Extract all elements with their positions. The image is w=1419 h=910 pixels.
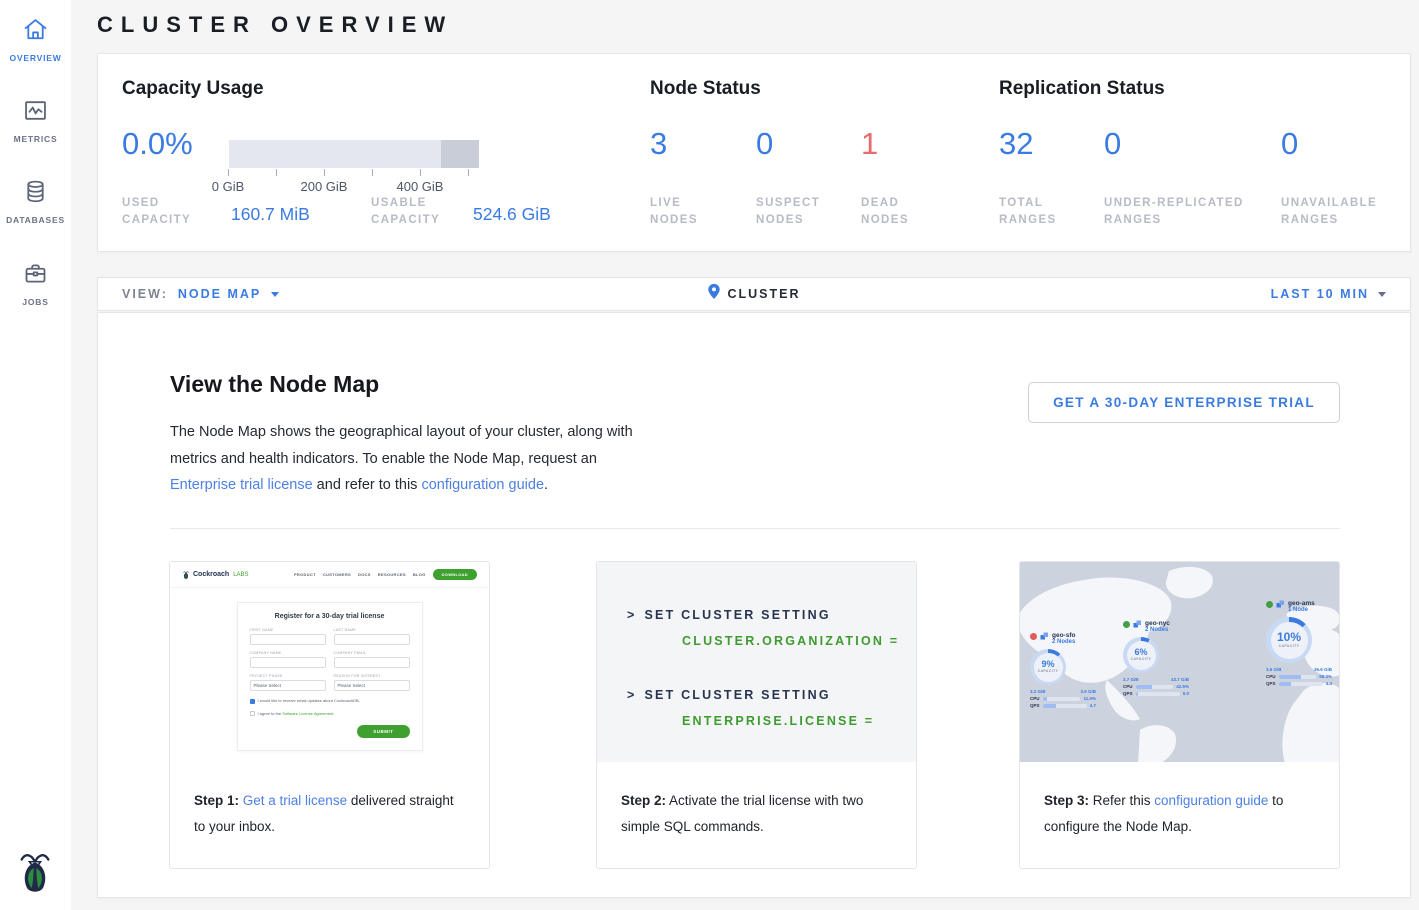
status-dot-red bbox=[1030, 633, 1037, 640]
gauge-tick bbox=[372, 169, 373, 176]
capacity-percent: 0.0% bbox=[122, 126, 193, 162]
live-nodes-count: 3 bbox=[650, 126, 667, 162]
suspect-nodes-label: SUSPECTNODES bbox=[756, 195, 820, 229]
gauge-tick-label: 0 GiB bbox=[212, 179, 245, 194]
node-cube-icon bbox=[1040, 632, 1049, 641]
mini-site-checkbox bbox=[250, 711, 255, 716]
sidebar-item-metrics[interactable]: METRICS bbox=[0, 97, 71, 147]
cluster-summary-card: Capacity Usage 0.0% 0 GiB 200 GiB 400 Gi… bbox=[97, 53, 1411, 252]
mini-site-header: CockroachLABS PRODUCT CUSTOMERS DOCS RES… bbox=[170, 562, 489, 588]
trial-license-form-screenshot: CockroachLABS PRODUCT CUSTOMERS DOCS RES… bbox=[170, 562, 489, 762]
step1-card: CockroachLABS PRODUCT CUSTOMERS DOCS RES… bbox=[169, 561, 490, 869]
dead-nodes-count: 1 bbox=[861, 126, 878, 162]
briefcase-icon bbox=[22, 260, 49, 287]
dead-nodes-label: DEADNODES bbox=[861, 195, 909, 229]
step1-caption: Step 1: Get a trial license delivered st… bbox=[170, 762, 489, 840]
mini-site-download-button: DOWNLOAD bbox=[433, 569, 477, 580]
node-cube-icon bbox=[1276, 600, 1285, 609]
node-map-preview-image: geo-sfo2 Nodes 9%CAPACITY 3.2 GiB3.5 GiB… bbox=[1020, 562, 1339, 762]
gauge-tick bbox=[324, 169, 325, 176]
mini-site-nav: PRODUCT CUSTOMERS DOCS RESOURCES BLOG DO… bbox=[294, 569, 477, 580]
total-ranges-count: 32 bbox=[999, 126, 1033, 162]
chevron-down-icon bbox=[1378, 292, 1386, 297]
gauge-tick bbox=[276, 169, 277, 176]
main-content: CLUSTER OVERVIEW Capacity Usage 0.0% 0 G… bbox=[71, 0, 1419, 910]
node-map-heading: View the Node Map bbox=[170, 371, 379, 398]
gauge-tick-label: 200 GiB bbox=[301, 179, 348, 194]
view-value: NODE MAP bbox=[178, 287, 261, 301]
used-capacity-label: USEDCAPACITY bbox=[122, 195, 191, 229]
step2-card: >SET CLUSTER SETTING CLUSTER.ORGANIZATIO… bbox=[596, 561, 917, 869]
gauge-tick bbox=[468, 169, 469, 176]
node-cube-icon bbox=[1133, 620, 1142, 629]
usable-capacity-value: 524.6 GiB bbox=[473, 204, 551, 225]
divider bbox=[170, 528, 1340, 529]
step3-caption: Step 3: Refer this configuration guide t… bbox=[1020, 762, 1339, 840]
unavailable-ranges-count: 0 bbox=[1281, 126, 1298, 162]
sidebar: OVERVIEW METRICS DATABASES bbox=[0, 0, 71, 910]
enterprise-trial-license-link[interactable]: Enterprise trial license bbox=[170, 477, 313, 493]
mini-site-register-form: Register for a 30-day trial license FIRS… bbox=[237, 602, 423, 751]
live-nodes-label: LIVENODES bbox=[650, 195, 698, 229]
used-capacity-value: 160.7 MiB bbox=[231, 204, 310, 225]
step3-card: geo-sfo2 Nodes 9%CAPACITY 3.2 GiB3.5 GiB… bbox=[1019, 561, 1340, 869]
node-map-widget-geo-ams: geo-ams1 Node 10%CAPACITY 3.6 GiB36.6 Gi… bbox=[1266, 600, 1332, 686]
step2-caption: Step 2: Activate the trial license with … bbox=[597, 762, 916, 840]
view-bar: VIEW: NODE MAP CLUSTER LAST 10 MIN bbox=[97, 277, 1411, 311]
database-icon bbox=[22, 178, 49, 205]
enterprise-trial-button[interactable]: GET A 30-DAY ENTERPRISE TRIAL bbox=[1028, 382, 1340, 423]
status-dot-green bbox=[1266, 601, 1273, 608]
node-status-title: Node Status bbox=[650, 78, 761, 100]
location-pin-icon bbox=[707, 283, 720, 305]
time-range-value: LAST 10 MIN bbox=[1271, 287, 1369, 301]
capacity-gauge-reserved-segment bbox=[441, 140, 479, 168]
get-trial-license-link[interactable]: Get a trial license bbox=[243, 793, 347, 808]
app-root: OVERVIEW METRICS DATABASES bbox=[0, 0, 1419, 910]
node-map-widget-geo-sfo: geo-sfo2 Nodes 9%CAPACITY 3.2 GiB3.5 GiB… bbox=[1030, 632, 1096, 708]
configuration-guide-step-link[interactable]: configuration guide bbox=[1154, 793, 1268, 808]
suspect-nodes-count: 0 bbox=[756, 126, 773, 162]
metrics-icon bbox=[22, 97, 49, 124]
unavailable-ranges-label: UNAVAILABLERANGES bbox=[1281, 195, 1377, 229]
sidebar-item-label: METRICS bbox=[14, 134, 58, 144]
mini-site-submit-button: SUBMIT bbox=[357, 725, 409, 738]
home-icon bbox=[22, 16, 49, 43]
page-title: CLUSTER OVERVIEW bbox=[97, 12, 453, 38]
gauge-tick bbox=[420, 169, 421, 176]
node-map-panel: View the Node Map The Node Map shows the… bbox=[97, 312, 1411, 898]
replication-status-title: Replication Status bbox=[999, 78, 1165, 100]
usable-capacity-label: USABLECAPACITY bbox=[371, 195, 440, 229]
mini-site-checkbox-checked bbox=[250, 699, 255, 704]
gauge-tick bbox=[228, 169, 229, 176]
view-label: VIEW: bbox=[122, 287, 168, 301]
under-replicated-label: UNDER-REPLICATEDRANGES bbox=[1104, 195, 1244, 229]
sql-commands-illustration: >SET CLUSTER SETTING CLUSTER.ORGANIZATIO… bbox=[597, 562, 916, 762]
configuration-guide-link[interactable]: configuration guide bbox=[421, 477, 544, 493]
sidebar-item-label: DATABASES bbox=[6, 215, 65, 225]
sidebar-item-jobs[interactable]: JOBS bbox=[0, 260, 71, 310]
cluster-label: CLUSTER bbox=[727, 287, 800, 301]
sidebar-item-label: OVERVIEW bbox=[9, 53, 61, 63]
under-replicated-count: 0 bbox=[1104, 126, 1121, 162]
cockroachdb-logo[interactable] bbox=[14, 848, 56, 896]
capacity-gauge bbox=[229, 140, 479, 168]
mini-site-logo: CockroachLABS bbox=[182, 570, 249, 580]
chevron-down-icon bbox=[271, 292, 279, 297]
status-dot-green bbox=[1123, 621, 1130, 628]
capacity-usage-title: Capacity Usage bbox=[122, 78, 264, 100]
cluster-breadcrumb: CLUSTER bbox=[707, 283, 800, 305]
node-map-widget-geo-nyc: geo-nyc2 Nodes 6%CAPACITY 3.7 GiB43.7 Gi… bbox=[1123, 620, 1189, 696]
total-ranges-label: TOTALRANGES bbox=[999, 195, 1057, 229]
view-selector-dropdown[interactable]: VIEW: NODE MAP bbox=[122, 287, 279, 301]
time-range-dropdown[interactable]: LAST 10 MIN bbox=[1271, 287, 1386, 301]
sidebar-item-overview[interactable]: OVERVIEW bbox=[0, 16, 71, 66]
gauge-tick-label: 400 GiB bbox=[397, 179, 444, 194]
sidebar-item-databases[interactable]: DATABASES bbox=[0, 178, 71, 228]
node-map-description: The Node Map shows the geographical layo… bbox=[170, 419, 633, 499]
sidebar-item-label: JOBS bbox=[22, 297, 48, 307]
